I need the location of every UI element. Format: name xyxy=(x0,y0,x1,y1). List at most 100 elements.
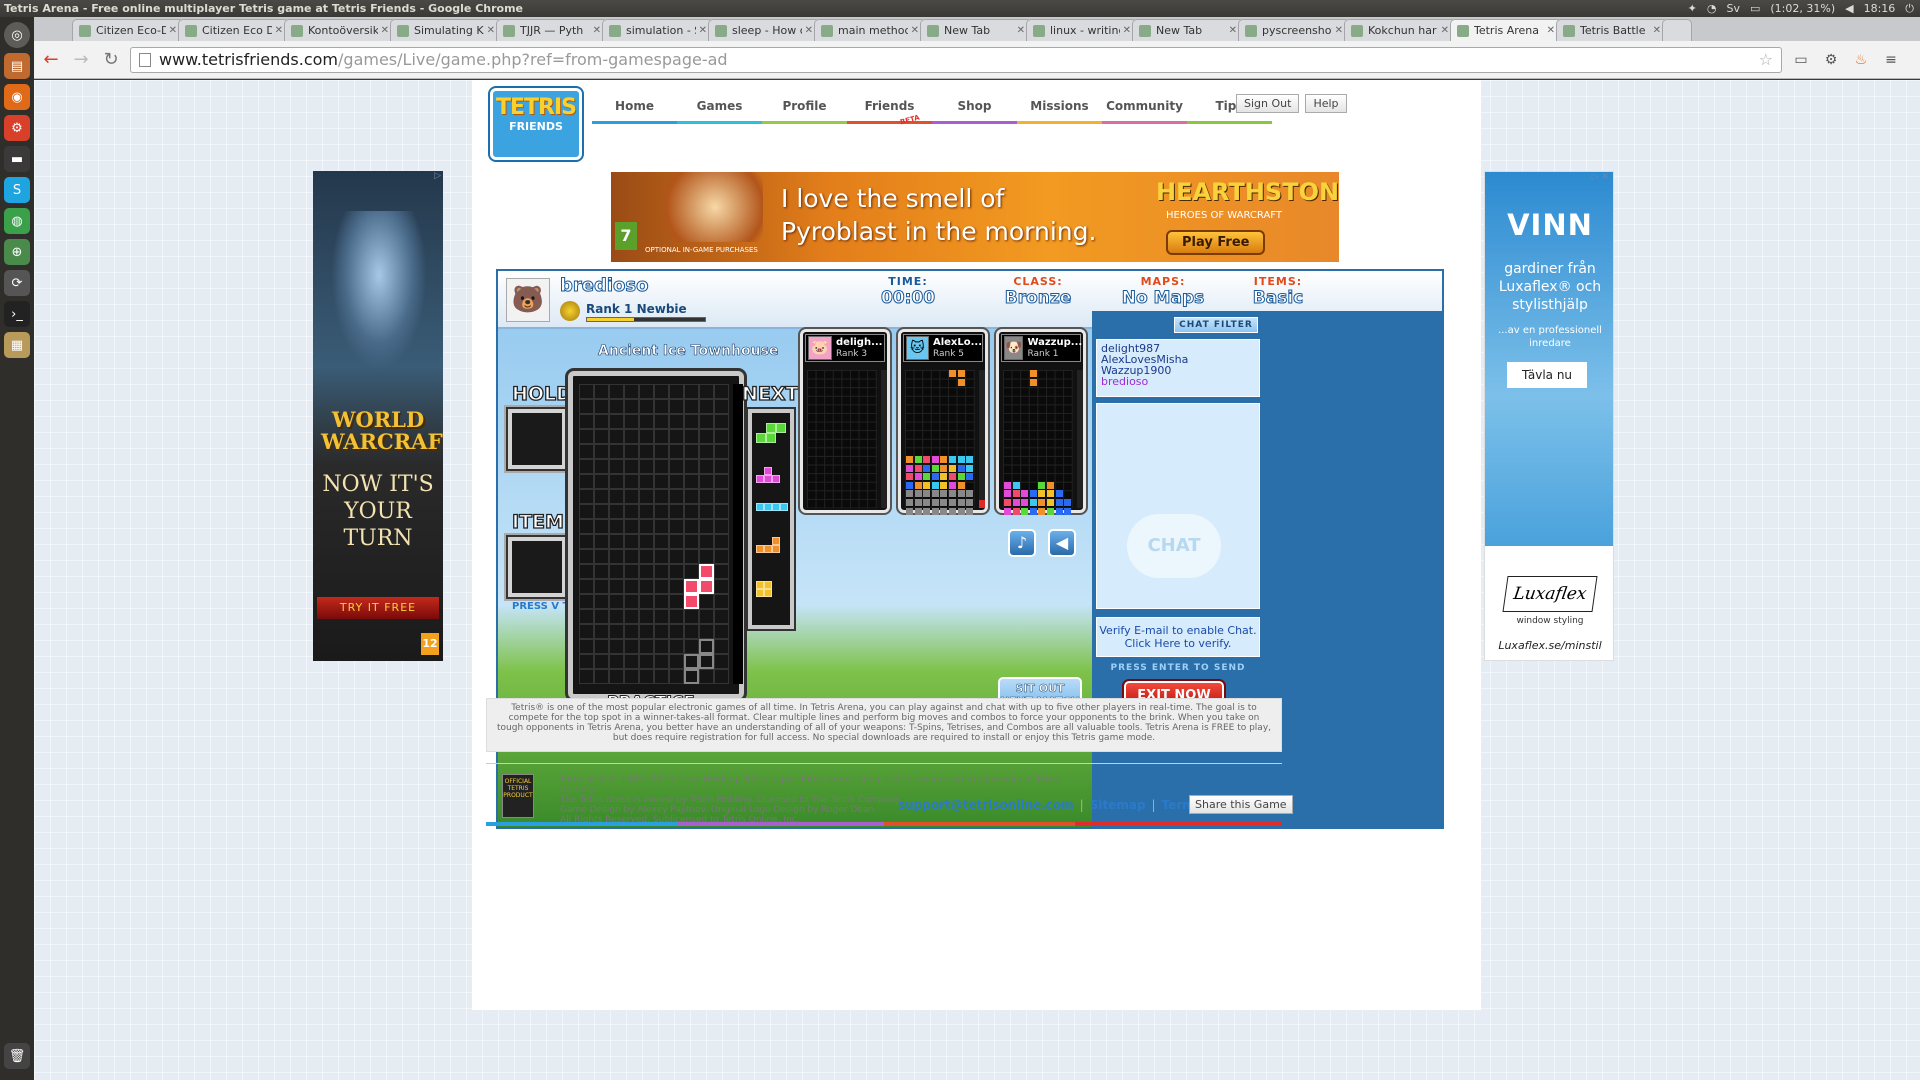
opponent-board[interactable]: 🐱 AlexLo... Rank 5 xyxy=(896,327,990,515)
volume-icon[interactable]: ◀ xyxy=(1845,0,1853,17)
tab-close-icon[interactable]: ✕ xyxy=(593,25,601,36)
bookmark-star-icon[interactable]: ☆ xyxy=(1759,50,1773,69)
chat-filter-button[interactable]: CHAT FILTER xyxy=(1174,317,1258,333)
nav-item-community[interactable]: Community xyxy=(1102,96,1187,124)
browser-tab[interactable]: Tetris Arena ✕ xyxy=(1450,19,1562,41)
battery-status[interactable]: (1:02, 31%) xyxy=(1770,0,1835,17)
new-tab-button[interactable] xyxy=(1662,19,1692,41)
files-icon[interactable]: ▤ xyxy=(4,53,30,79)
reload-icon[interactable]: ↻ xyxy=(98,47,124,73)
grid-cell xyxy=(609,534,624,549)
share-game-button[interactable]: Share this Game xyxy=(1189,795,1293,814)
chrome-icon[interactable]: ◍ xyxy=(4,208,30,234)
browser-tab[interactable]: Citizen Eco D ✕ xyxy=(178,19,290,41)
ad-right-url[interactable]: Luxaflex.se/minstil xyxy=(1485,639,1613,652)
maps-value: No Maps xyxy=(1121,288,1205,309)
grid-cell xyxy=(624,399,639,414)
tab-close-icon[interactable]: ✕ xyxy=(1123,25,1131,36)
update-icon[interactable]: ⟳ xyxy=(4,270,30,296)
grid-cell xyxy=(609,444,624,459)
nav-item-profile[interactable]: Profile xyxy=(762,96,847,124)
ad-right-cta[interactable]: Tävla nu xyxy=(1507,362,1587,388)
player-avatar[interactable]: 🐻 xyxy=(506,278,550,322)
browser-tab[interactable]: New Tab ✕ xyxy=(1132,19,1244,41)
ad-left-cta[interactable]: TRY IT FREE xyxy=(317,597,439,619)
browser-tab[interactable]: Kokchun har ✕ xyxy=(1344,19,1456,41)
chat-user[interactable]: bredioso xyxy=(1101,376,1255,387)
nav-item-home[interactable]: Home xyxy=(592,96,677,124)
browser-tab[interactable]: Citizen Eco-D ✕ xyxy=(72,19,184,41)
clock[interactable]: 18:16 xyxy=(1864,0,1896,17)
nav-item-games[interactable]: Games xyxy=(677,96,762,124)
menu-icon[interactable]: ≡ xyxy=(1880,49,1902,71)
music-toggle-icon[interactable]: ♪ xyxy=(1008,529,1036,557)
browser-tab[interactable]: Kontoöversik ✕ xyxy=(284,19,396,41)
keyboard-icon[interactable]: Sv xyxy=(1726,0,1740,17)
hearthstone-banner-ad[interactable]: 7 OPTIONAL IN-GAME PURCHASES I love the … xyxy=(611,172,1339,262)
tab-close-icon[interactable]: ✕ xyxy=(911,25,919,36)
browser-tab[interactable]: simulation - S ✕ xyxy=(602,19,714,41)
verify-link[interactable]: Click Here to verify. xyxy=(1097,637,1259,650)
tab-close-icon[interactable]: ✕ xyxy=(275,25,283,36)
adchoices-close-icon[interactable]: ▷ ✕ xyxy=(1592,172,1609,182)
wifi-icon[interactable]: ◔ xyxy=(1707,0,1717,17)
verify-email-notice[interactable]: Verify E-mail to enable Chat. Click Here… xyxy=(1096,617,1260,657)
tab-close-icon[interactable]: ✕ xyxy=(1653,25,1661,36)
sitemap-link[interactable]: Sitemap xyxy=(1090,798,1146,812)
tetris-friends-logo[interactable]: TETRIS FRIENDS xyxy=(490,88,582,160)
tab-close-icon[interactable]: ✕ xyxy=(1017,25,1025,36)
nav-item-shop[interactable]: Shop xyxy=(932,96,1017,124)
power-icon[interactable]: ⏻ xyxy=(1905,0,1914,17)
tab-close-icon[interactable]: ✕ xyxy=(1547,25,1555,36)
browser-tab[interactable]: TJJR — Pyth ✕ xyxy=(496,19,608,41)
nav-item-missions[interactable]: Missions xyxy=(1017,96,1102,124)
terminal2-icon[interactable]: ›_ xyxy=(4,301,30,327)
tab-close-icon[interactable]: ✕ xyxy=(699,25,707,36)
back-icon[interactable]: ← xyxy=(38,47,64,73)
tab-close-icon[interactable]: ✕ xyxy=(1335,25,1343,36)
sound-toggle-icon[interactable]: ◀ xyxy=(1048,529,1076,557)
battery-icon[interactable]: ▭ xyxy=(1750,0,1760,17)
tab-close-icon[interactable]: ✕ xyxy=(1441,25,1449,36)
browser-tab[interactable]: Simulating K ✕ xyxy=(390,19,502,41)
terminal-icon[interactable]: ▬ xyxy=(4,146,30,172)
ad-left-warcraft[interactable]: WORLD WARCRAFT NOW IT'S YOUR TURN TRY IT… xyxy=(313,171,443,661)
browser-tab[interactable]: Tetris Battle ✕ xyxy=(1556,19,1668,41)
folder-icon[interactable]: ▦ xyxy=(4,332,30,358)
trash-icon[interactable]: 🗑 xyxy=(4,1043,30,1069)
ad-right-luxaflex[interactable]: VINN gardiner från Luxaflex® och stylist… xyxy=(1484,171,1614,661)
cast-icon[interactable]: ▭ xyxy=(1790,49,1812,71)
browser-tab[interactable]: pyscreenshot ✕ xyxy=(1238,19,1350,41)
address-bar[interactable]: www.tetrisfriends.com/games/Live/game.ph… xyxy=(130,46,1782,73)
adchoices-icon[interactable]: ▷ xyxy=(434,171,441,181)
tab-close-icon[interactable]: ✕ xyxy=(805,25,813,36)
browser-tab[interactable]: sleep - How c ✕ xyxy=(708,19,820,41)
firefox-icon[interactable]: ◉ xyxy=(4,84,30,110)
opponent-board[interactable]: 🐶 Wazzup... Rank 1 xyxy=(994,327,1088,515)
help-button[interactable]: Help xyxy=(1305,94,1347,113)
software-center-icon[interactable]: ⚙ xyxy=(4,115,30,141)
system-tray[interactable]: ✦ ◔ Sv ▭ (1:02, 31%) ◀ 18:16 ⏻ xyxy=(1688,0,1914,17)
skype-icon[interactable]: S xyxy=(4,177,30,203)
browser-tab[interactable]: main method ✕ xyxy=(814,19,926,41)
dropbox-icon[interactable]: ✦ xyxy=(1688,0,1697,17)
playfield[interactable]: PRACTICE xyxy=(565,368,747,712)
banner-play-free-button[interactable]: Play Free xyxy=(1166,230,1266,255)
network-icon[interactable]: ⊕ xyxy=(4,239,30,265)
opponent-block xyxy=(966,464,974,472)
nav-item-friends[interactable]: Friends BETA xyxy=(847,96,932,126)
dash-home-icon[interactable]: ◎ xyxy=(4,22,30,48)
browser-tab[interactable]: linux - writing ✕ xyxy=(1026,19,1138,41)
opponent-board[interactable]: 🐷 deligh... Rank 3 xyxy=(798,327,892,515)
extension-flame-icon[interactable]: ♨ xyxy=(1850,49,1872,71)
tab-close-icon[interactable]: ✕ xyxy=(1229,25,1237,36)
extension-gear-icon[interactable]: ⚙ xyxy=(1820,49,1842,71)
forward-icon[interactable]: → xyxy=(68,47,94,73)
tab-close-icon[interactable]: ✕ xyxy=(487,25,495,36)
support-email-link[interactable]: support@tetrisonline.com xyxy=(898,798,1074,812)
tab-close-icon[interactable]: ✕ xyxy=(169,25,177,36)
tab-close-icon[interactable]: ✕ xyxy=(381,25,389,36)
browser-tab[interactable]: New Tab ✕ xyxy=(920,19,1032,41)
sign-out-button[interactable]: Sign Out xyxy=(1236,94,1300,113)
grid-cell xyxy=(639,639,654,654)
